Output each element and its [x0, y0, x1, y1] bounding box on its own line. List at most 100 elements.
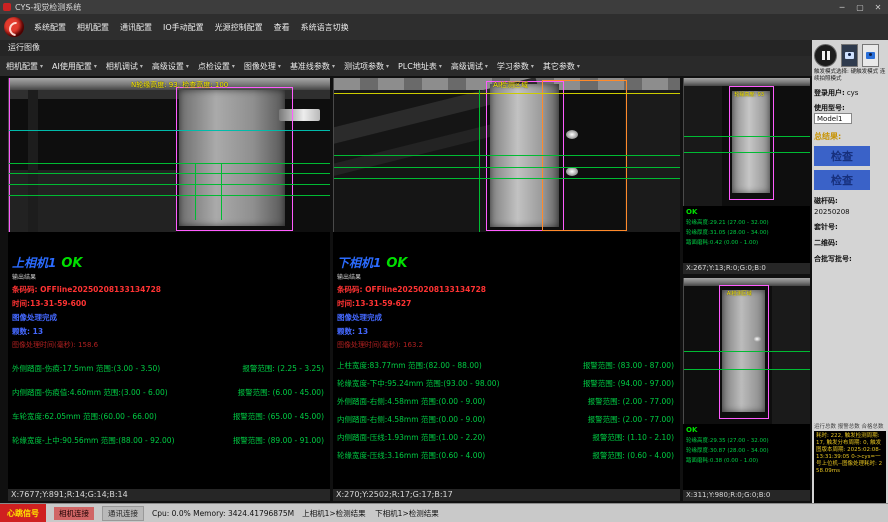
- toolbar-item-camera-debug[interactable]: 相机调试: [106, 61, 143, 72]
- mini-camera-image-1[interactable]: 轮缘高度: 93: [683, 78, 810, 206]
- camera-image-right[interactable]: AI检测区域: [333, 78, 680, 232]
- heartbeat-indicator[interactable]: 心跳信号: [0, 504, 46, 522]
- mini-result-panel-1: OK 轮缘高度:29.21 (27.00 - 32.00) 轮缘厚度:31.05…: [683, 206, 810, 263]
- alarm-range-text: 报警范围: (0.60 - 4.00): [592, 450, 674, 461]
- measurement-text: 轮缘厚度:30.87 (28.00 - 34.00): [686, 446, 807, 454]
- app-icon: [3, 3, 11, 11]
- toolbar-item-label: 学习参数: [497, 61, 529, 72]
- toolbar-item-label: PLC地址表: [398, 61, 437, 72]
- measurement-text: 上柱宽度:83.77mm 范围:(82.00 - 88.00): [337, 360, 482, 371]
- toolbar-item-label: 基准线参数: [290, 61, 330, 72]
- overlay-line: [684, 369, 810, 370]
- rod-code-label: 磁杆码:: [814, 196, 886, 206]
- measurement-text: 内侧踏面-右侧:4.58mm 范围:(0.00 - 9.00): [337, 414, 485, 425]
- model-label: 使用型号:: [814, 103, 845, 113]
- menu-item-view[interactable]: 查看: [274, 22, 290, 33]
- continuous-mode-button[interactable]: [862, 44, 879, 67]
- menu-item-system-config[interactable]: 系统配置: [34, 22, 66, 33]
- measurement-row: 轮缘宽度-压线:3.16mm 范围:(0.60 - 4.00) 报警范围: (0.…: [337, 450, 676, 461]
- menu-item-light-control-config[interactable]: 光源控制配置: [215, 22, 263, 33]
- measurement-list: 外侧踏面-伤痕:17.5mm 范围:(3.00 - 3.50)报警范围: (2.…: [12, 363, 326, 446]
- mini-camera-image-2[interactable]: AI检测区域: [683, 278, 810, 424]
- elapsed-text: 图像处理时间(毫秒): 158.6: [12, 340, 326, 350]
- pixel-coords-left: X:7677;Y:891;R:14;G:14;B:14: [8, 489, 330, 501]
- toolbar-item-ai-config[interactable]: AI使用配置: [52, 61, 97, 72]
- menu-item-io-manual-config[interactable]: IO手动配置: [163, 22, 204, 33]
- status-badge: OK: [686, 426, 807, 434]
- trigger-mode-button[interactable]: [841, 44, 858, 67]
- mini-result-panel-2: OK 轮缘高度:29.35 (27.00 - 32.00) 轮缘厚度:30.87…: [683, 424, 810, 490]
- qr-code-label: 二维码:: [814, 238, 886, 248]
- alarm-range-text: 报警范围: (94.00 - 97.00): [583, 378, 674, 389]
- toolbar-item-label: 点检设置: [198, 61, 230, 72]
- pixel-coords-mini-2: X:311;Y:980;R:0;G:0;B:0: [683, 490, 810, 501]
- measurement-row: 外侧踏面-右侧:4.58mm 范围:(0.00 - 9.00)报警范围: (2.…: [337, 396, 676, 407]
- overlay-line: [334, 93, 680, 94]
- measurement-text: 踏面磨耗:0.42 (0.00 - 1.00): [686, 238, 807, 246]
- toolbar-item-label: 相机配置: [6, 61, 38, 72]
- toolbar-item-baseline-params[interactable]: 基准线参数: [290, 61, 335, 72]
- camera-results-text: 上相机1>检测结果 下相机1>检测结果: [302, 504, 439, 522]
- toolbar-item-label: 图像处理: [244, 61, 276, 72]
- maximize-button[interactable]: ▢: [852, 1, 868, 13]
- toolbar-item-other-params[interactable]: 其它参数: [543, 61, 580, 72]
- overlay-line: [9, 184, 330, 185]
- spacer: [814, 264, 886, 422]
- login-user-value: cys: [847, 89, 859, 97]
- toolbar-item-spot-check[interactable]: 点检设置: [198, 61, 235, 72]
- camera-panel-left: N轮缘高度: 93; 检查高度: 100 上相机1 OK 输出结果 条码码: O…: [8, 78, 330, 501]
- toolbar-item-label: 其它参数: [543, 61, 575, 72]
- toolbar-item-camera-config[interactable]: 相机配置: [6, 61, 43, 72]
- measurement-text: 内侧踏面-伤痕值:4.60mm 范围:(3.00 - 6.00): [12, 387, 168, 398]
- pixel-coords-right: X:270;Y:2502;R:17;G:17;B:17: [333, 489, 680, 501]
- measurement-text: 轮缘厚度:31.05 (28.00 - 34.00): [686, 228, 807, 236]
- toolbar-item-test-params[interactable]: 测试项参数: [344, 61, 389, 72]
- measurement-text: 轮缘宽度-下中:95.24mm 范围:(93.00 - 98.00): [337, 378, 500, 389]
- status-badge: OK: [386, 256, 407, 271]
- batch-no-label: 合批写批号:: [814, 254, 886, 264]
- elapsed-text: 图像处理时间(毫秒): 163.2: [337, 340, 676, 350]
- overlay-line: [9, 130, 330, 131]
- capture-buttons: [814, 42, 886, 68]
- measurement-text: 内侧踏面-压线:1.93mm 范围:(1.00 - 2.20): [337, 432, 485, 443]
- overlay-line: [684, 152, 810, 153]
- toolbar-item-learning-params[interactable]: 学习参数: [497, 61, 534, 72]
- minimize-button[interactable]: ─: [834, 1, 850, 13]
- overlay-line: [479, 90, 480, 232]
- status-badge: OK: [686, 208, 807, 216]
- camera-image-left[interactable]: N轮缘高度: 93; 检查高度: 100: [8, 78, 330, 232]
- toolbar-item-label: 高级调试: [451, 61, 483, 72]
- toolbar-item-advanced-settings[interactable]: 高级设置: [152, 61, 189, 72]
- toolbar-item-image-processing[interactable]: 图像处理: [244, 61, 281, 72]
- count-text: 颗数: 13: [12, 326, 326, 337]
- camera-icon: [845, 52, 854, 59]
- overlay-line: [334, 155, 680, 156]
- app-logo-icon: [4, 17, 24, 37]
- close-button[interactable]: ✕: [870, 1, 886, 13]
- toolbar-item-plc-address[interactable]: PLC地址表: [398, 61, 442, 72]
- pause-button[interactable]: [814, 44, 837, 67]
- camera-link-indicator: 相机连接: [54, 507, 94, 520]
- process-status-text: 图像处理完成: [12, 312, 326, 323]
- menu-item-language-switch[interactable]: 系统语言切换: [301, 22, 349, 33]
- toolbar-item-advanced-debug[interactable]: 高级调试: [451, 61, 488, 72]
- timestamp-text: 时间:13-31-59-627: [337, 298, 676, 309]
- tab-run-image[interactable]: 运行图像: [0, 40, 48, 57]
- menu-item-comm-config[interactable]: 通讯配置: [120, 22, 152, 33]
- rod-code-value: 20250208: [814, 208, 886, 216]
- menu-item-camera-config[interactable]: 相机配置: [77, 22, 109, 33]
- overlay-label: AI检测区域: [727, 290, 752, 297]
- timestamp-text: 时间:13-31-59-600: [12, 298, 326, 309]
- result-box-2: 检查: [814, 170, 870, 190]
- model-select[interactable]: Model1: [814, 113, 852, 124]
- alarm-range-text: 报警范围: (2.00 - 77.00): [588, 414, 674, 425]
- tab-row: 运行图像: [0, 40, 812, 56]
- toolbar-item-label: 测试项参数: [344, 61, 384, 72]
- alarm-range-text: 报警范围: (1.10 - 2.10): [592, 432, 674, 443]
- measurement-text: 轮缘宽度-压线:3.16mm 范围:(0.60 - 4.00): [337, 450, 485, 461]
- result-subtitle: 输出结果: [337, 272, 676, 281]
- overlay-line: [684, 351, 810, 352]
- measurement-row: 内侧踏面-压线:1.93mm 范围:(1.00 - 2.20) 报警范围: (1.…: [337, 432, 676, 443]
- menu-items: 系统配置 相机配置 通讯配置 IO手动配置 光源控制配置 查看 系统语言切换: [34, 22, 349, 33]
- window-title: CYS-视觉检测系统: [15, 2, 834, 13]
